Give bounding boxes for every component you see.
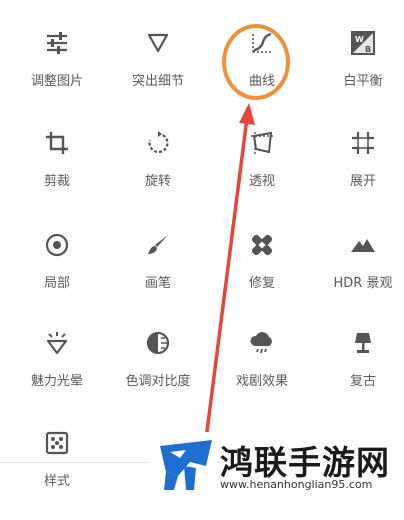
watermark: 鸿联手游网 www.henanhonglian95.com bbox=[150, 432, 404, 496]
watermark-logo-icon bbox=[160, 440, 212, 490]
watermark-title: 鸿联手游网 bbox=[220, 443, 390, 482]
arrow-annotation bbox=[202, 103, 255, 456]
watermark-url: www.henanhonglian95.com bbox=[220, 478, 373, 491]
